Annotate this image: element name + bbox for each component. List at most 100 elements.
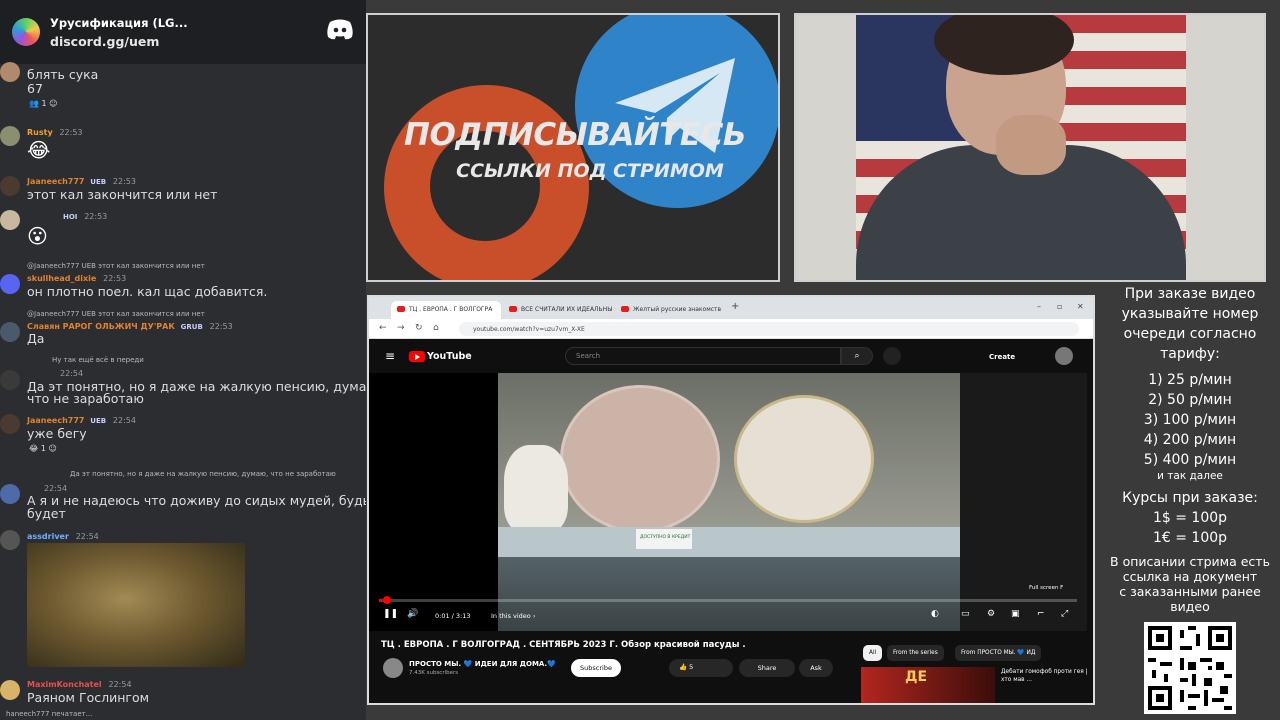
back-icon[interactable]: ← — [379, 323, 387, 333]
reply-preview[interactable]: Ну так ещё всё в переди — [52, 356, 144, 364]
timestamp: 22:54 — [112, 416, 136, 425]
reaction[interactable]: 👥 1 ☺ — [29, 99, 58, 108]
address-bar: ← → ↻ ⌂ youtube.com/watch?v=uzu7vm_X-XE — [369, 319, 1093, 339]
avatar — [0, 530, 20, 550]
autoplay-toggle-icon[interactable]: ◐ — [931, 609, 939, 619]
captions-icon[interactable]: ▭ — [961, 609, 970, 619]
new-tab-button[interactable]: + — [731, 301, 739, 312]
recommended-thumbnail[interactable]: ДЕ — [861, 667, 995, 703]
author-name[interactable]: Jaaneech777 — [27, 177, 84, 186]
promo-banner: ПОДПИСЫВАЙТЕСЬ ССЫЛКИ ПОД СТРИМОМ — [366, 13, 780, 282]
cast-icon[interactable]: ⌐ — [1037, 609, 1045, 619]
forward-icon[interactable]: → — [397, 323, 405, 333]
discord-logo-icon — [327, 19, 353, 40]
settings-gear-icon[interactable]: ⚙ — [987, 609, 995, 619]
promo-subtitle: ССЫЛКИ ПОД СТРИМОМ — [456, 160, 724, 182]
timestamp: 22:54 — [108, 680, 132, 689]
timestamp: 22:54 — [60, 369, 84, 378]
menu-icon[interactable]: ≡ — [385, 349, 395, 363]
maximize-icon[interactable]: ▫ — [1057, 302, 1062, 311]
video-lower-shelf — [498, 557, 960, 631]
recommended-title[interactable]: Дебати гомофоб проти гея | хто мав ... — [1001, 668, 1091, 684]
reaction[interactable]: 😂 1 ☺ — [29, 444, 57, 453]
filter-chip-channel[interactable]: From ПРОСТО МЫ. 💙 ИД — [955, 645, 1042, 661]
progress-scrubber[interactable] — [383, 596, 391, 604]
message-meta: Jaaneech777 UEB 22:53 — [27, 177, 136, 186]
reply-preview[interactable]: Да эт понятно, но я даже на жалкую пенси… — [70, 470, 336, 478]
time-display: 0:01 / 3:13 — [435, 612, 471, 620]
role-badge: UEB — [90, 417, 107, 425]
subscriber-count: 7.43K subscribers — [409, 670, 459, 676]
search-icon[interactable]: ⌕ — [841, 347, 873, 365]
browser-tab[interactable]: ТЦ . ЕВРОПА . Г ВОЛГОГРА — [391, 301, 501, 319]
channel-avatar[interactable] — [383, 658, 403, 678]
miniplayer-icon[interactable]: ▣ — [1011, 609, 1020, 619]
order-info-panel: При заказе видео указывайте номер очеред… — [1100, 284, 1280, 720]
message-text: будет — [27, 506, 66, 521]
author-name[interactable]: MaximKonchatel — [27, 680, 102, 689]
browser-tab[interactable]: Желтый русские знакомств — [615, 301, 725, 319]
filter-chip-series[interactable]: From the series — [887, 645, 944, 661]
channel-name[interactable]: ПРОСТО МЫ. 💙 ИДЕИ ДЛЯ ДОМА.💙 — [409, 660, 556, 668]
timestamp: 22:53 — [59, 128, 83, 137]
avatar — [0, 322, 20, 342]
chapter-button[interactable]: In this video › — [491, 612, 535, 620]
close-icon[interactable]: ✕ — [1077, 302, 1084, 311]
minimize-icon[interactable]: – — [1037, 302, 1041, 311]
filter-chip-all[interactable]: All — [863, 645, 883, 661]
video-shelf — [498, 527, 960, 557]
ask-button[interactable]: Ask — [799, 659, 833, 677]
youtube-logo-icon[interactable] — [409, 351, 425, 362]
reload-icon[interactable]: ↻ — [415, 323, 423, 333]
subscribe-button[interactable]: Subscribe — [571, 659, 621, 677]
message-text: Да — [27, 331, 45, 346]
gif-attachment[interactable] — [27, 543, 245, 667]
volume-icon[interactable]: 🔊 — [407, 609, 418, 619]
reaction-count: 1 — [40, 444, 46, 453]
tariff-line: 1) 25 р/мин — [1148, 372, 1232, 388]
browser-tab[interactable]: ВСЕ СЧИТАЛИ ИХ ИДЕАЛЬНЫ — [503, 301, 613, 319]
video-plate — [734, 395, 874, 523]
description-line: ссылка на документ — [1122, 569, 1258, 584]
message-meta: 22:54 — [56, 369, 83, 378]
streamer-hand — [996, 115, 1066, 175]
server-invite-link[interactable]: discord.gg/uem — [50, 34, 188, 49]
video-player[interactable]: ДОСТУПНО В КРЕДИТ Full screen F ❚❚ 🔊 0:0… — [369, 373, 1087, 631]
info-line: тарифу: — [1160, 346, 1220, 362]
video-price-tag: ДОСТУПНО В КРЕДИТ — [636, 529, 692, 549]
tariff-line: 3) 100 р/мин — [1143, 412, 1237, 428]
timestamp: 22:53 — [112, 177, 136, 186]
author-name[interactable]: skullhead_dixie — [27, 274, 96, 283]
message-text: что не заработаю — [27, 391, 144, 406]
home-icon[interactable]: ⌂ — [433, 323, 439, 333]
webcam-feed — [794, 13, 1266, 282]
reply-preview[interactable]: @Jaaneech777 UEB этот кал закончится или… — [27, 262, 205, 270]
author-name[interactable]: Rusty — [27, 128, 53, 137]
video-side-dark — [960, 373, 1087, 631]
promo-title: ПОДПИСЫВАЙТЕСЬ — [404, 117, 746, 153]
url-field[interactable]: youtube.com/watch?v=uzu7vm_X-XE — [459, 322, 1079, 336]
avatar — [0, 484, 20, 504]
author-name[interactable]: Jaaneech777 — [27, 416, 84, 425]
tariff-note: и так далее — [1157, 470, 1223, 482]
pause-icon[interactable]: ❚❚ — [383, 609, 398, 619]
share-button[interactable]: Share — [739, 659, 795, 677]
rate-line: 1$ = 100р — [1152, 510, 1228, 526]
message-meta: assdriver 22:54 — [27, 532, 99, 541]
progress-bar[interactable] — [379, 596, 1077, 604]
like-button[interactable]: 👍 5 — [669, 659, 733, 677]
reply-preview[interactable]: @Jaaneech777 UEB этот кал закончится или… — [27, 310, 205, 318]
message-text: он плотно поел. кал щас добавится. — [27, 284, 268, 299]
fullscreen-icon[interactable]: ⤢ — [1061, 609, 1068, 619]
create-button[interactable]: Create — [989, 353, 1015, 361]
youtube-wordmark[interactable]: YouTube — [427, 351, 472, 362]
qr-code[interactable] — [1144, 622, 1236, 714]
role-badge: HOI — [63, 213, 78, 221]
author-name[interactable]: assdriver — [27, 532, 69, 541]
author-name[interactable]: Славян РАРОГ ОЛЬЖИЧ ДУ'РАК — [27, 322, 175, 331]
voice-search-icon[interactable] — [883, 347, 901, 365]
account-avatar[interactable] — [1055, 347, 1073, 365]
message-meta: MaximKonchatel 22:54 — [27, 680, 132, 689]
search-input[interactable]: Search — [565, 347, 841, 365]
message-emoji: 😂 — [27, 138, 51, 162]
